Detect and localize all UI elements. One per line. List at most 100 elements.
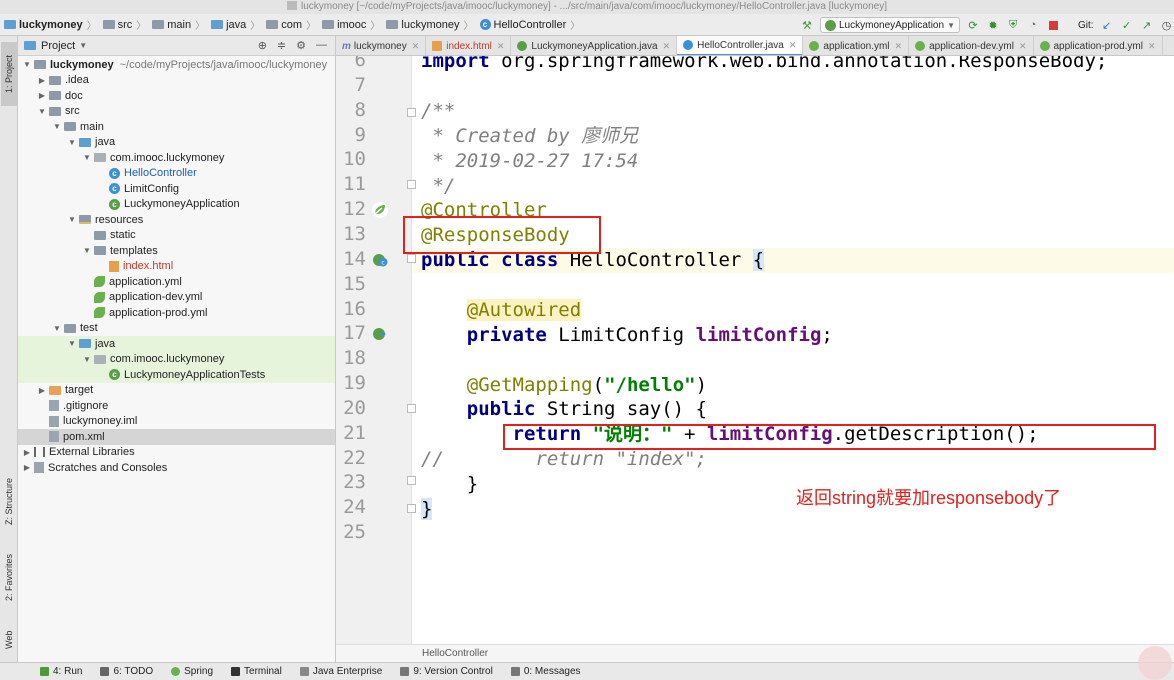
tool-run[interactable]: 4: Run xyxy=(40,666,82,677)
autowired-navigate-icon[interactable] xyxy=(372,326,388,342)
editor-tab[interactable]: m luckymoney ✕ xyxy=(336,36,427,55)
history-icon[interactable]: ◷ xyxy=(1160,18,1174,32)
tree-item[interactable]: ▼ luckymoney ~/code/myProjects/java/imooc/… xyxy=(18,57,335,73)
chevron-right-icon[interactable]: ▶ xyxy=(37,386,47,395)
tree-item[interactable]: ▼ java xyxy=(18,135,335,151)
tool-spring[interactable]: Spring xyxy=(171,666,213,677)
tool-version-control[interactable]: 9: Version Control xyxy=(400,666,493,677)
nav-crumb-imooc[interactable]: imooc 〉 xyxy=(318,17,382,32)
chevron-down-icon[interactable]: ▼ xyxy=(67,138,77,147)
chevron-right-icon[interactable]: ▶ xyxy=(22,448,32,457)
editor-tab[interactable]: application-dev.yml ✕ xyxy=(909,36,1034,55)
hide-icon[interactable]: — xyxy=(316,39,327,52)
tree-item[interactable]: static xyxy=(18,228,335,244)
tree-item[interactable]: c LimitConfig xyxy=(18,181,335,197)
stop-icon[interactable] xyxy=(1046,18,1060,32)
chevron-down-icon[interactable]: ▼ xyxy=(82,355,92,364)
tree-item[interactable]: ▼ java xyxy=(18,336,335,352)
nav-crumb-java[interactable]: java 〉 xyxy=(207,17,262,32)
tree-item[interactable]: c LuckymoneyApplication xyxy=(18,197,335,213)
editor-tab[interactable]: HelloController.java ✕ xyxy=(677,36,804,55)
tree-item[interactable]: ▼ resources xyxy=(18,212,335,228)
tree-item[interactable]: ▼ main xyxy=(18,119,335,135)
chevron-down-icon[interactable]: ▼ xyxy=(67,339,77,348)
editor-tab[interactable]: application-prod.yml ✕ xyxy=(1034,36,1163,55)
tree-item[interactable]: ▶ .idea xyxy=(18,73,335,89)
close-icon[interactable]: ✕ xyxy=(1019,41,1027,52)
git-update-icon[interactable]: ↙ xyxy=(1100,18,1114,32)
project-panel-title[interactable]: Project xyxy=(41,40,75,52)
fold-marker[interactable] xyxy=(407,108,416,117)
tree-item[interactable]: index.html xyxy=(18,259,335,275)
chevron-down-icon[interactable]: ▼ xyxy=(52,122,62,131)
chevron-right-icon[interactable]: ▶ xyxy=(37,91,47,100)
tree-item[interactable]: ▶ External Libraries xyxy=(18,445,335,461)
tool-tab-web[interactable]: Web xyxy=(1,620,17,660)
editor-breadcrumb[interactable]: HelloController xyxy=(336,644,1174,662)
spring-class-gutter-icon[interactable]: c xyxy=(372,252,388,268)
tree-item[interactable]: ▶ doc xyxy=(18,88,335,104)
close-icon[interactable]: ✕ xyxy=(497,41,505,52)
chevron-right-icon[interactable]: ▶ xyxy=(22,463,32,472)
tree-item[interactable]: ▼ src xyxy=(18,104,335,120)
nav-crumb-main[interactable]: main 〉 xyxy=(148,17,207,32)
tool-tab-structure[interactable]: Z: Structure xyxy=(1,466,17,536)
editor-tab[interactable]: LuckymoneyApplication.java ✕ xyxy=(511,36,678,55)
run-configuration-select[interactable]: LuckymoneyApplication ▼ xyxy=(820,17,960,33)
tree-item[interactable]: ▼ test xyxy=(18,321,335,337)
close-icon[interactable]: ✕ xyxy=(1148,41,1156,52)
fold-marker[interactable] xyxy=(407,404,416,413)
tree-item[interactable]: ▶ target xyxy=(18,383,335,399)
tree-item[interactable]: application.yml xyxy=(18,274,335,290)
chevron-down-icon[interactable]: ▼ xyxy=(79,41,87,50)
rerun-icon[interactable]: ⟳ xyxy=(966,18,980,32)
tree-item[interactable]: application-prod.yml xyxy=(18,305,335,321)
collapse-icon[interactable]: ≑ xyxy=(277,39,286,52)
nav-crumb-src[interactable]: src 〉 xyxy=(99,17,149,32)
fold-marker[interactable] xyxy=(407,180,416,189)
fold-marker[interactable] xyxy=(407,476,416,485)
coverage-icon[interactable]: ⛨ xyxy=(1006,18,1020,32)
tree-item[interactable]: c HelloController xyxy=(18,166,335,182)
chevron-down-icon[interactable]: ▼ xyxy=(82,246,92,255)
editor-tab[interactable]: application.yml ✕ xyxy=(803,36,910,55)
tool-java-enterprise[interactable]: Java Enterprise xyxy=(299,666,382,677)
chevron-down-icon[interactable]: ▼ xyxy=(67,215,77,224)
git-commit-icon[interactable]: ✓ xyxy=(1120,18,1134,32)
fold-marker[interactable] xyxy=(407,504,416,513)
nav-crumb-luckymoney[interactable]: luckymoney 〉 xyxy=(382,17,475,32)
locate-icon[interactable]: ⊕ xyxy=(258,39,267,52)
tool-terminal[interactable]: Terminal xyxy=(231,666,282,677)
chevron-right-icon[interactable]: ▶ xyxy=(37,76,47,85)
tool-tab-favorites[interactable]: 2: Favorites xyxy=(1,542,17,612)
gear-icon[interactable]: ⚙ xyxy=(296,39,306,52)
nav-crumb-class[interactable]: c HelloController 〉 xyxy=(476,17,583,32)
close-icon[interactable]: ✕ xyxy=(789,40,797,51)
tree-item[interactable]: ▼ com.imooc.luckymoney xyxy=(18,150,335,166)
spring-bean-icon[interactable] xyxy=(372,202,388,218)
tree-item[interactable]: pom.xml xyxy=(18,429,335,445)
tree-item[interactable]: application-dev.yml xyxy=(18,290,335,306)
fold-marker[interactable] xyxy=(407,254,416,263)
close-icon[interactable]: ✕ xyxy=(412,41,420,52)
editor-tab[interactable]: index.html ✕ xyxy=(426,36,512,55)
tool-todo[interactable]: 6: TODO xyxy=(100,666,153,677)
nav-crumb-com[interactable]: com 〉 xyxy=(262,17,318,32)
chevron-down-icon[interactable]: ▼ xyxy=(52,324,62,333)
tree-item[interactable]: ▶ Scratches and Consoles xyxy=(18,460,335,476)
profile-icon[interactable]: ◔ xyxy=(1026,18,1040,32)
chevron-down-icon[interactable]: ▼ xyxy=(82,153,92,162)
tree-item[interactable]: c LuckymoneyApplicationTests xyxy=(18,367,335,383)
git-push-icon[interactable]: ↗ xyxy=(1140,18,1154,32)
tree-item[interactable]: ▼ com.imooc.luckymoney xyxy=(18,351,335,367)
chevron-down-icon[interactable]: ▼ xyxy=(22,60,32,69)
chevron-down-icon[interactable]: ▼ xyxy=(37,107,47,116)
tool-tab-project[interactable]: 1: Project xyxy=(1,42,17,106)
close-icon[interactable]: ✕ xyxy=(663,41,671,52)
tree-item[interactable]: luckymoney.iml xyxy=(18,414,335,430)
tree-item[interactable]: ▼ templates xyxy=(18,243,335,259)
nav-crumb-project[interactable]: luckymoney 〉 xyxy=(0,17,99,32)
tree-item[interactable]: .gitignore xyxy=(18,398,335,414)
close-icon[interactable]: ✕ xyxy=(895,41,903,52)
build-hammer-icon[interactable]: ⚒ xyxy=(800,18,814,32)
